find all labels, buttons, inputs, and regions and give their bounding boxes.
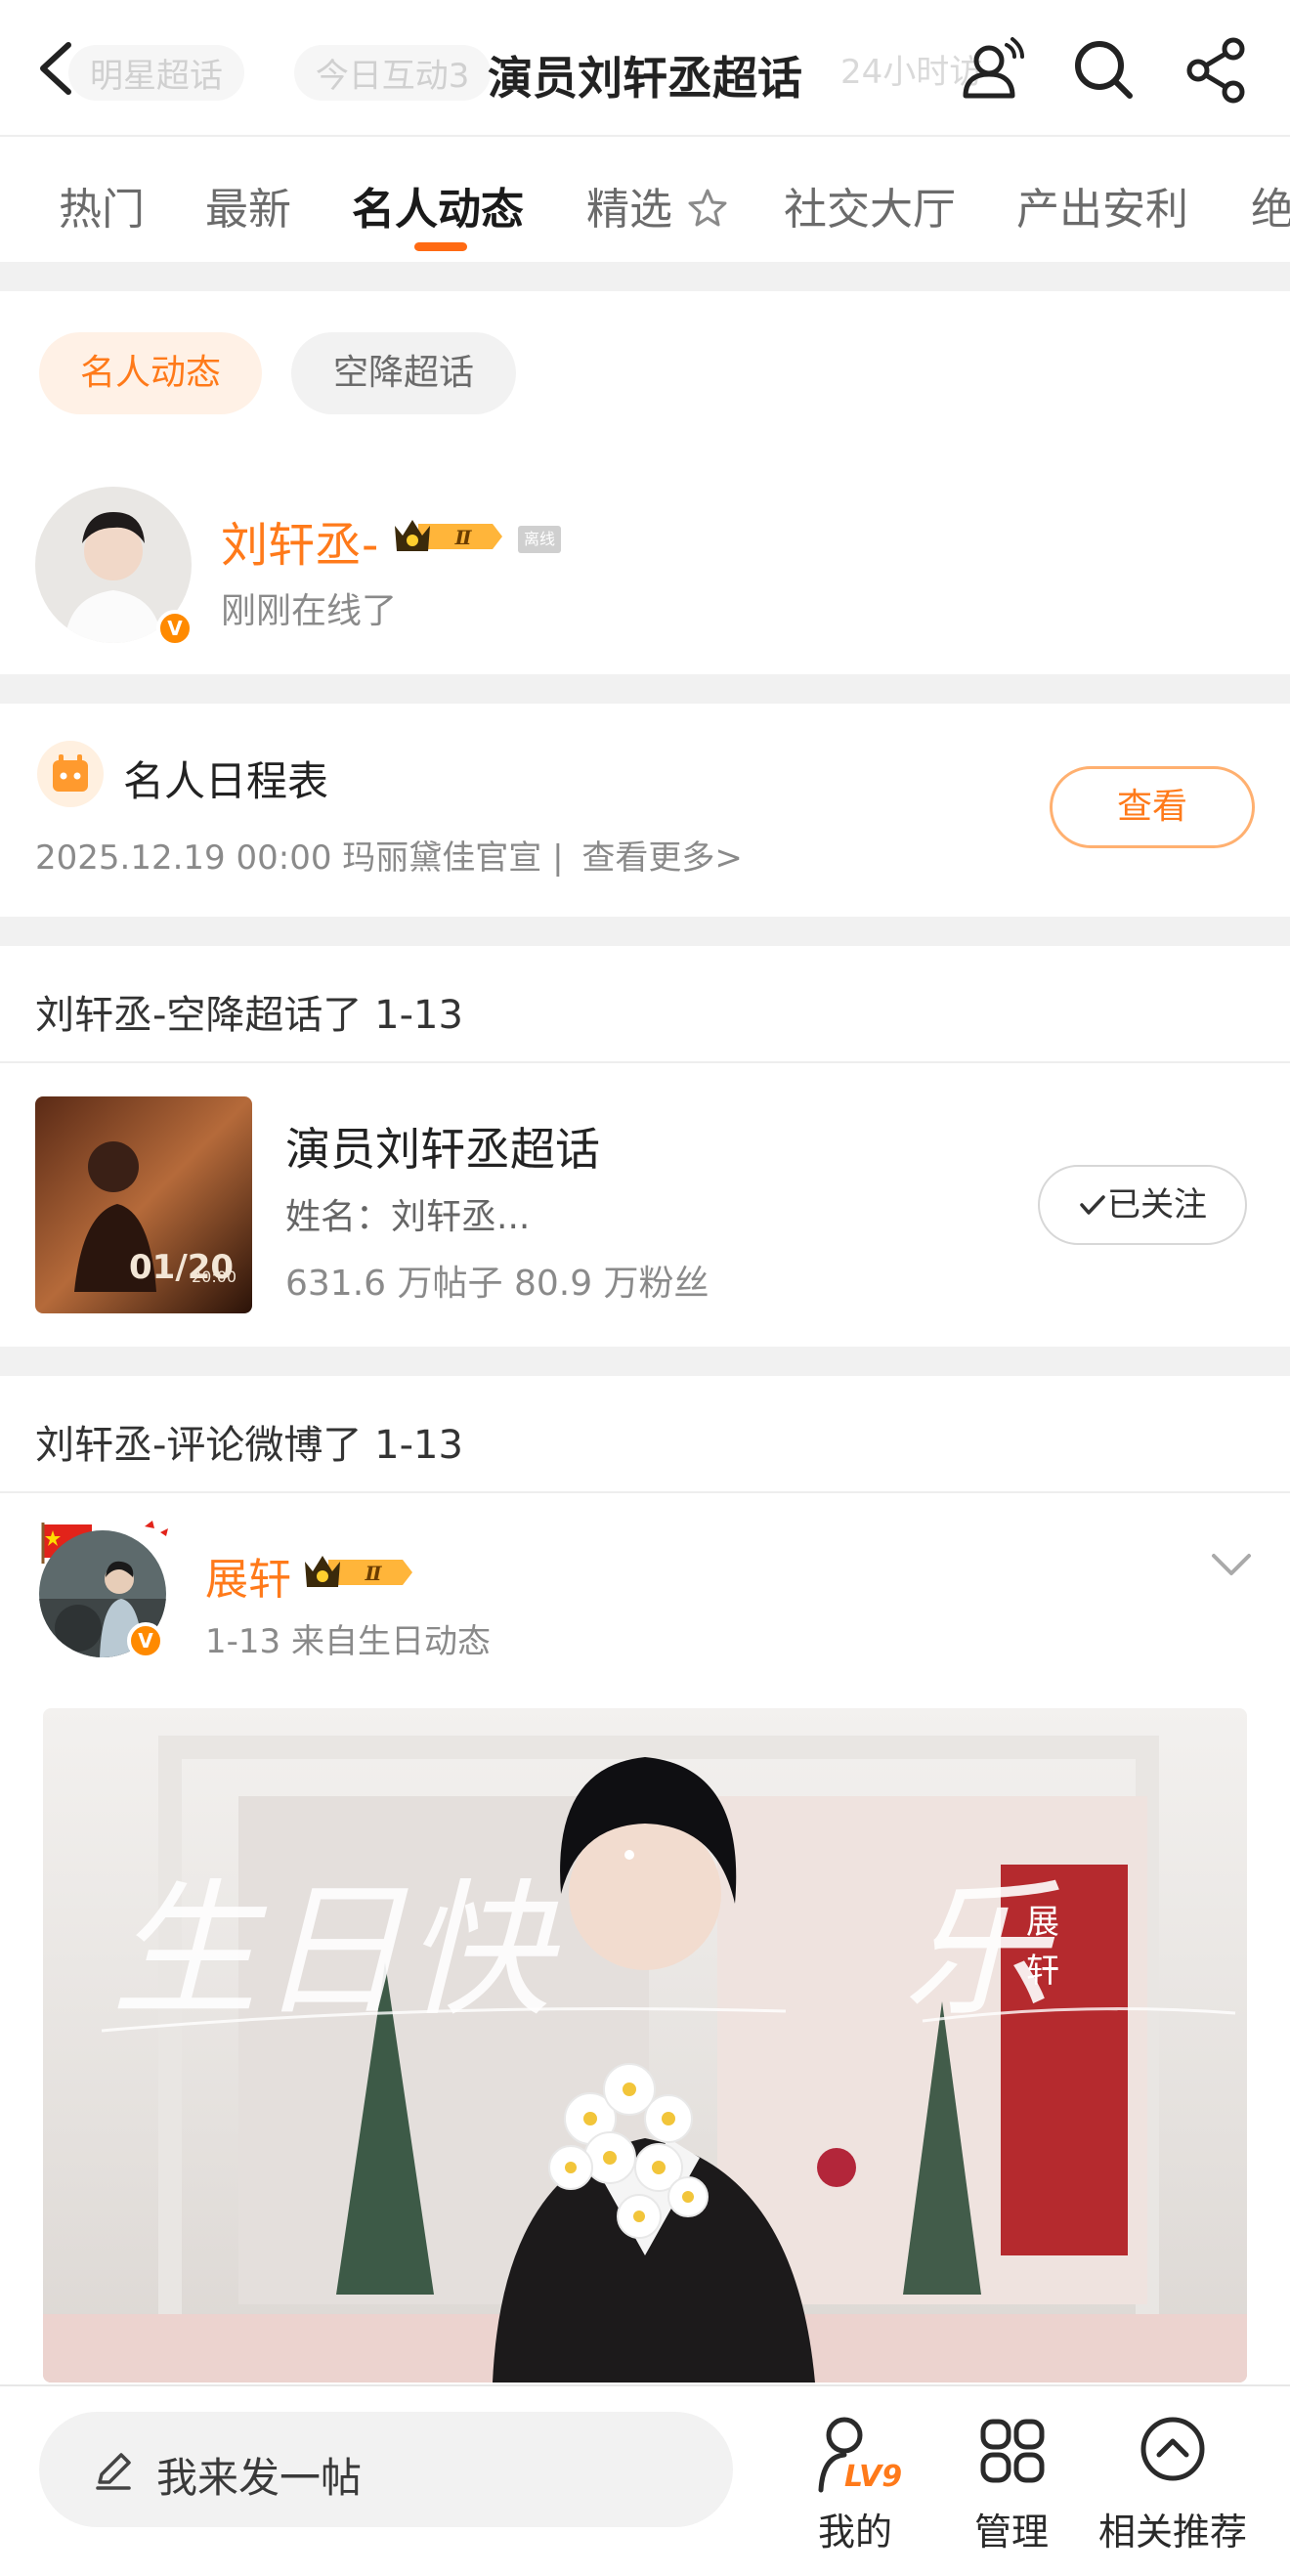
user-level-icon: LV9 xyxy=(818,2417,902,2494)
section-gap xyxy=(0,262,1290,291)
tab-social-hall[interactable]: 社交大厅 xyxy=(784,174,956,236)
divider xyxy=(0,1491,1290,1493)
level-badge-icon: Ⅱ xyxy=(395,520,502,551)
schedule-icon xyxy=(37,741,104,807)
airdrop-heading: 刘轩丞-空降超话了 1-13 xyxy=(35,993,463,1038)
chevron-up-circle-icon xyxy=(1140,2417,1205,2481)
bottom-bar: 我来发一帖 LV9 我的 管理 相关推荐 xyxy=(0,2384,1290,2576)
followed-label: 已关注 xyxy=(1107,1185,1207,1224)
nav-mine-label: 我的 xyxy=(817,2511,892,2554)
nav-manage-label: 管理 xyxy=(973,2511,1049,2554)
section-gap xyxy=(0,1347,1290,1376)
celebrity-name[interactable]: 刘轩丞- xyxy=(221,506,378,575)
schedule-detail: 2025.12.19 00:00 玛丽黛佳官宣 | 查看更多> xyxy=(35,831,743,879)
post-image[interactable]: 生日快 乐 展 轩 xyxy=(43,1708,1247,2383)
active-tab-indicator xyxy=(414,242,467,251)
tab-featured-label: 精选 xyxy=(586,185,672,235)
search-icon[interactable] xyxy=(1069,35,1138,104)
tab-recommend[interactable]: 产出安利 xyxy=(1016,174,1188,236)
nav-mine[interactable]: LV9 我的 xyxy=(772,2408,938,2555)
author-verified-badge: V xyxy=(127,1622,164,1659)
author-level-text: Ⅱ xyxy=(365,1562,383,1585)
schedule-detail-text: 2025.12.19 00:00 玛丽黛佳官宣 | xyxy=(35,838,564,878)
topic-thumbnail[interactable]: 01/20 20:00 xyxy=(35,1096,252,1313)
tab-hot[interactable]: 热门 xyxy=(59,174,145,236)
schedule-view-button[interactable]: 查看 xyxy=(1050,766,1255,848)
tab-more[interactable]: 绝 xyxy=(1251,174,1290,236)
compose-post-button[interactable]: 我来发一帖 xyxy=(39,2412,733,2527)
section-gap xyxy=(0,917,1290,946)
tab-celebrity-news[interactable]: 名人动态 xyxy=(352,174,524,236)
tab-bar: 热门 最新 名人动态 精选 社交大厅 产出安利 绝 xyxy=(0,139,1290,262)
post-photo: 生日快 乐 展 轩 xyxy=(43,1708,1247,2383)
star-tag-icon xyxy=(688,189,727,227)
verified-badge: V xyxy=(156,610,194,647)
nav-related[interactable]: 相关推荐 xyxy=(1085,2408,1261,2555)
thumbnail-image: 01/20 20:00 xyxy=(35,1096,252,1313)
offline-tag: 离线 xyxy=(518,526,561,553)
manage-grid-icon xyxy=(980,2419,1045,2483)
post-meta: 1-13 来自生日动态 xyxy=(205,1622,491,1661)
nav-manage[interactable]: 管理 xyxy=(928,2408,1095,2555)
level-text: Ⅱ xyxy=(454,526,473,549)
author-level-badge-icon: Ⅱ xyxy=(305,1556,412,1587)
topic-stats: 631.6 万帖子 80.9 万粉丝 xyxy=(285,1264,710,1304)
topic-title[interactable]: 演员刘轩丞超话 xyxy=(285,1114,600,1179)
followed-button[interactable]: 已关注 xyxy=(1038,1165,1247,1245)
image-side-text-1: 展 xyxy=(1026,1903,1059,1942)
check-icon xyxy=(1080,1195,1105,1215)
topic-subtitle: 姓名：刘轩丞... xyxy=(285,1197,531,1237)
top-bar: 明星超话 今日互动3 24小时访 演员刘轩丞超话 xyxy=(0,0,1290,137)
schedule-title: 名人日程表 xyxy=(123,757,329,805)
chevron-down-icon[interactable] xyxy=(1210,1550,1253,1579)
online-status: 刚刚在线了 xyxy=(221,591,398,631)
share-icon[interactable] xyxy=(1182,35,1251,104)
nav-related-label: 相关推荐 xyxy=(1097,2511,1247,2554)
compose-label: 我来发一帖 xyxy=(156,2454,363,2502)
author-name[interactable]: 展轩 xyxy=(205,1544,291,1607)
chip-airdrop[interactable]: 空降超话 xyxy=(291,332,516,414)
thumb-time: 20:00 xyxy=(192,1267,236,1286)
comment-heading: 刘轩丞-评论微博了 1-13 xyxy=(35,1423,463,1468)
schedule-more-link[interactable]: 查看更多> xyxy=(581,838,743,878)
tab-latest[interactable]: 最新 xyxy=(205,174,291,236)
chip-celebrity-news[interactable]: 名人动态 xyxy=(39,332,262,414)
friends-icon[interactable] xyxy=(958,35,1026,104)
pencil-icon xyxy=(96,2453,131,2490)
tab-featured[interactable]: 精选 xyxy=(586,174,729,236)
divider xyxy=(0,1061,1290,1063)
image-side-text-2: 轩 xyxy=(1026,1952,1059,1991)
level-badge-text: LV9 xyxy=(844,2460,902,2494)
section-gap xyxy=(0,674,1290,704)
